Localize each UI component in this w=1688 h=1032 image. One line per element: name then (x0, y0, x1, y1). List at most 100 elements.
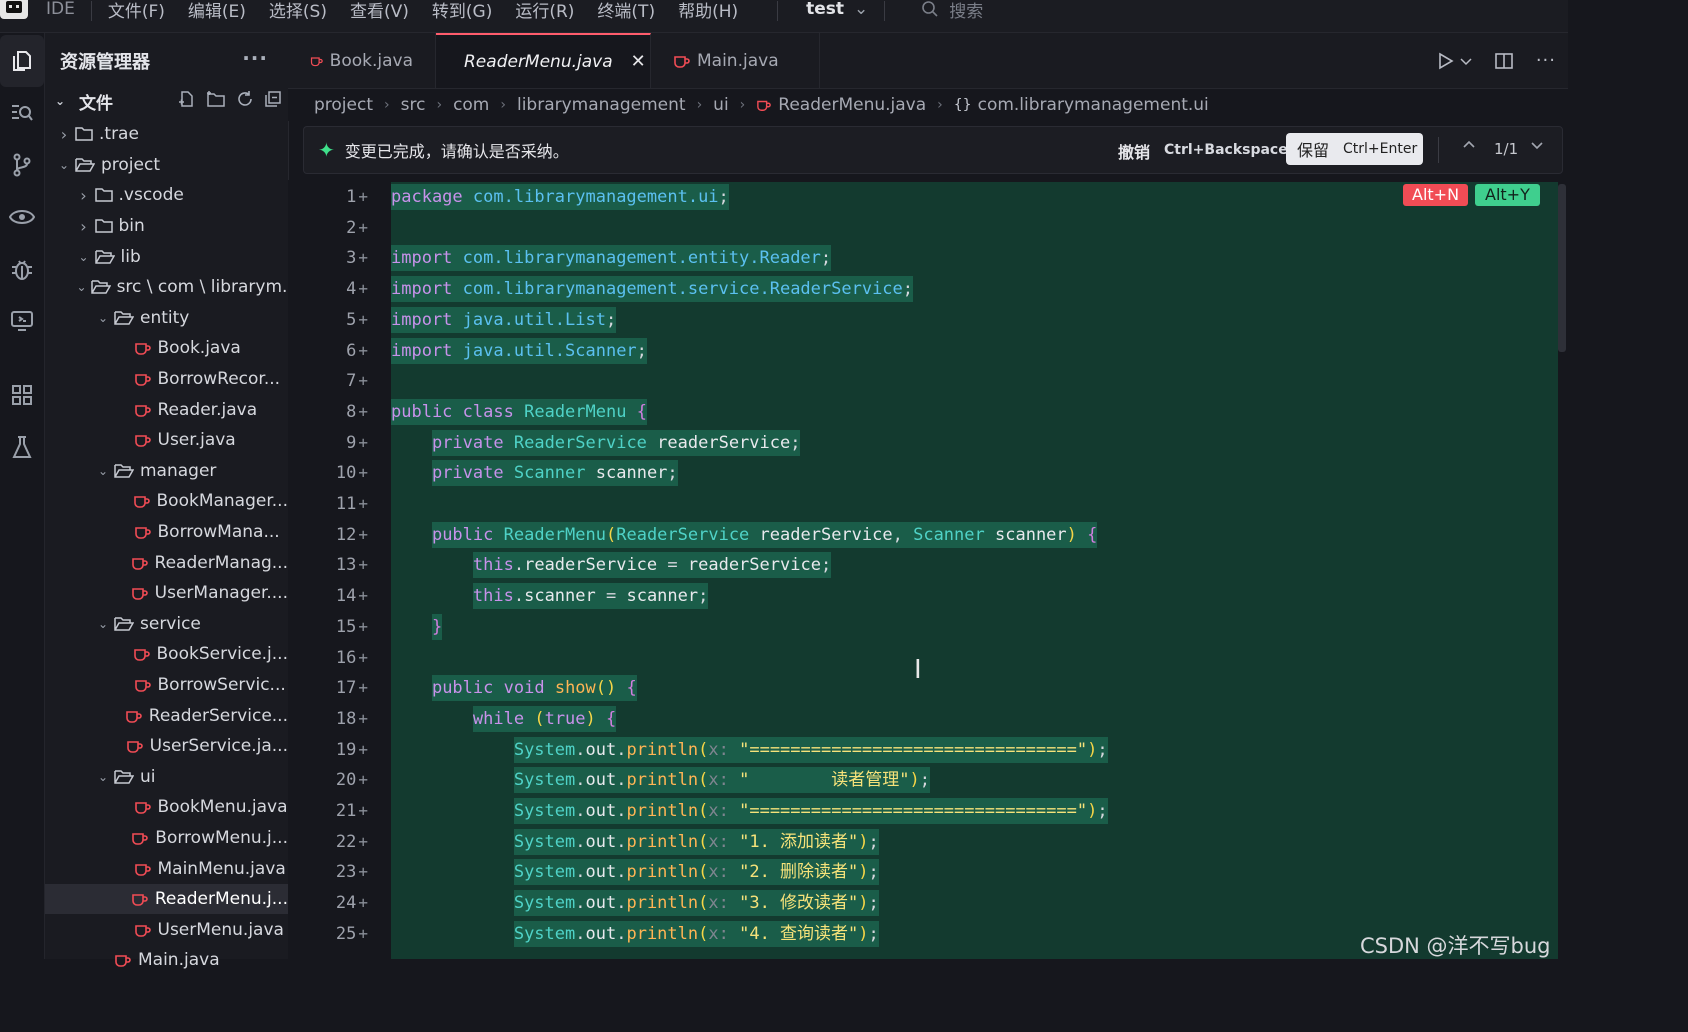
tree-file[interactable]: BookMenu.java (45, 792, 288, 823)
tree-folder[interactable]: ⌄ service (45, 609, 288, 640)
remote-button[interactable] (0, 295, 44, 347)
tree-file[interactable]: UserService.ja... (45, 731, 288, 762)
debug-button[interactable] (0, 243, 44, 295)
tree-file[interactable]: BorrowRecor... (45, 364, 288, 395)
tab-main-java[interactable]: Main.java (651, 33, 820, 88)
tree-folder[interactable]: ⌄ entity (45, 303, 288, 334)
refresh-icon[interactable] (236, 90, 254, 108)
tree-item-label: ReaderMenu.j... (154, 889, 288, 910)
code-line[interactable]: public class ReaderMenu { (391, 397, 647, 428)
breadcrumb-item[interactable]: librarymanagement (517, 95, 686, 115)
tree-folder[interactable]: ⌄ project (45, 150, 288, 181)
split-editor-icon[interactable] (1494, 52, 1514, 70)
next-change-button[interactable] (1530, 137, 1544, 156)
code-line[interactable]: System.out.println(x: " 读者管理"); (391, 765, 930, 796)
breadcrumb-item[interactable]: ReaderMenu.java (756, 95, 926, 115)
preview-button[interactable] (0, 191, 44, 243)
java-file-icon (131, 585, 149, 601)
tree-folder[interactable]: ⌄ lib (45, 241, 288, 272)
tree-file[interactable]: UserMenu.java (45, 914, 288, 945)
more-actions-icon[interactable]: ··· (1536, 50, 1556, 71)
new-file-icon[interactable] (178, 90, 196, 108)
tree-file[interactable]: BorrowMenu.j... (45, 823, 288, 854)
ide-label: IDE (46, 0, 75, 19)
more-actions-icon[interactable]: ··· (242, 46, 268, 70)
tree-file[interactable]: Book.java (45, 333, 288, 364)
menu-bar: IDE 文件(F) 编辑(E) 选择(S) 查看(V) 转到(G) 运行(R) … (0, 0, 1568, 33)
testing-button[interactable] (0, 421, 44, 473)
close-icon[interactable]: ✕ (631, 51, 646, 72)
code-line[interactable]: this.readerService = readerService; (391, 550, 832, 581)
editor-scrollbar-thumb[interactable] (1558, 184, 1566, 352)
undo-button[interactable]: 撤销 (1118, 139, 1150, 163)
tree-folder[interactable]: › .vscode (45, 180, 288, 211)
breadcrumb-item[interactable]: src (401, 95, 426, 115)
tree-folder[interactable]: › bin (45, 211, 288, 242)
tree-file[interactable]: ReaderService... (45, 700, 288, 731)
tree-file[interactable]: Reader.java (45, 394, 288, 425)
code-line[interactable]: System.out.println(x: "3. 修改读者"); (391, 888, 879, 919)
code-line[interactable]: System.out.println(x: "=================… (391, 735, 1108, 766)
run-button[interactable] (1436, 52, 1472, 70)
tree-folder[interactable]: ⌄ src \ com \ librarym... (45, 272, 289, 303)
source-control-button[interactable] (0, 139, 44, 191)
code-line[interactable]: this.scanner = scanner; (391, 581, 709, 612)
tree-file[interactable]: BookManager... (45, 486, 288, 517)
code-line[interactable]: import com.librarymanagement.service.Rea… (391, 274, 914, 305)
collapse-all-icon[interactable] (264, 90, 282, 108)
menu-goto[interactable]: 转到(G) (432, 0, 492, 22)
keep-button[interactable]: 保留 Ctrl+Enter (1286, 133, 1423, 165)
code-line[interactable]: System.out.println(x: "=================… (391, 796, 1108, 827)
tree-file[interactable]: User.java (45, 425, 288, 456)
code-editor[interactable]: Alt+N Alt+Y 1 + package com.librarymanagem… (288, 180, 1558, 959)
code-line[interactable]: System.out.println(x: "2. 删除读者"); (391, 857, 879, 888)
code-line[interactable]: public ReaderMenu(ReaderService readerSe… (391, 520, 1098, 551)
previous-change-button[interactable] (1462, 137, 1476, 156)
code-line[interactable]: System.out.println(x: "1. 添加读者"); (391, 827, 879, 858)
breadcrumb-item[interactable]: {} com.librarymanagement.ui (954, 95, 1209, 115)
tree-file[interactable]: ReaderMenu.j... (45, 883, 288, 915)
tree-file[interactable]: ReaderManag... (45, 547, 288, 578)
tree-file[interactable]: BookService.j... (45, 639, 288, 670)
code-line[interactable]: System.out.println(x: "4. 查询读者"); (391, 919, 879, 950)
tree-file[interactable]: UserManager.... (45, 578, 288, 609)
search-box[interactable]: 搜索 (921, 0, 983, 22)
tab-readermenu-java[interactable]: ReaderMenu.java ✕ (436, 33, 651, 88)
tree-folder[interactable]: › .trae (45, 119, 288, 150)
tree-file[interactable]: MainMenu.java (45, 853, 288, 884)
breadcrumb-item[interactable]: ui (713, 95, 729, 115)
code-line[interactable]: private ReaderService readerService; (391, 428, 801, 459)
menu-edit[interactable]: 编辑(E) (188, 0, 246, 22)
workspace-folder-header[interactable]: ⌄ 文件 (45, 88, 296, 114)
tree-file[interactable]: Main.java (45, 945, 288, 976)
tree-folder[interactable]: ⌄ ui (45, 761, 288, 792)
menu-select[interactable]: 选择(S) (269, 0, 327, 22)
code-line[interactable]: package com.librarymanagement.ui; (391, 182, 729, 213)
code-line[interactable]: import java.util.Scanner; (391, 336, 647, 367)
reject-change-shortcut[interactable]: Alt+N (1403, 184, 1469, 206)
code-line[interactable]: private Scanner scanner; (391, 458, 678, 489)
code-line[interactable]: while (true) { (391, 704, 617, 735)
code-line[interactable]: import com.librarymanagement.entity.Read… (391, 243, 832, 274)
menu-run[interactable]: 运行(R) (515, 0, 574, 22)
menu-view[interactable]: 查看(V) (350, 0, 409, 22)
extensions-button[interactable] (0, 369, 44, 421)
menu-file[interactable]: 文件(F) (108, 0, 165, 22)
search-view-button[interactable] (0, 87, 44, 139)
tree-file[interactable]: BorrowMana... (45, 517, 288, 548)
project-switcher[interactable]: test ⌄ (806, 0, 868, 19)
code-line[interactable]: public void show() { (391, 673, 637, 704)
folder-open-icon (114, 616, 134, 632)
code-line[interactable]: } (391, 612, 443, 643)
menu-help[interactable]: 帮助(H) (678, 0, 738, 22)
code-line[interactable]: import java.util.List; (391, 305, 617, 336)
tab-book-java[interactable]: Book.java (288, 33, 436, 88)
tree-file[interactable]: BorrowServic... (45, 670, 288, 701)
breadcrumb-item[interactable]: project (314, 95, 373, 115)
menu-terminal[interactable]: 终端(T) (597, 0, 655, 22)
breadcrumb-item[interactable]: com (453, 95, 489, 115)
new-folder-icon[interactable] (206, 90, 226, 108)
explorer-button[interactable] (0, 35, 44, 87)
accept-change-shortcut[interactable]: Alt+Y (1475, 184, 1540, 206)
tree-folder[interactable]: ⌄ manager (45, 456, 288, 487)
